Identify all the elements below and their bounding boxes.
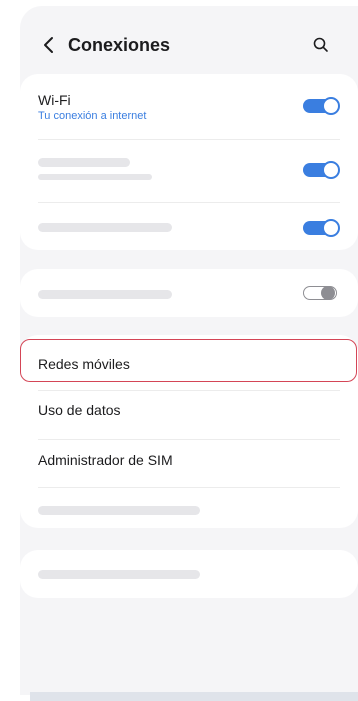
skeleton-line bbox=[38, 290, 172, 299]
placeholder-row-5[interactable] bbox=[20, 550, 358, 598]
app-bar: Conexiones bbox=[20, 6, 358, 76]
settings-screen: Conexiones Wi-Fi Tu conexión a internet bbox=[20, 6, 358, 695]
placeholder-row-3[interactable] bbox=[20, 269, 358, 317]
menu-item-sim-manager[interactable]: Administrador de SIM bbox=[20, 440, 358, 487]
toggle-knob bbox=[321, 286, 335, 300]
skeleton-line bbox=[38, 570, 200, 579]
wifi-row[interactable]: Wi-Fi Tu conexión a internet bbox=[20, 74, 358, 140]
back-chevron-icon[interactable] bbox=[40, 34, 58, 56]
toggle-knob bbox=[322, 97, 340, 115]
wifi-toggle[interactable] bbox=[303, 97, 340, 115]
skeleton-line bbox=[38, 158, 130, 167]
wifi-label: Wi-Fi bbox=[38, 92, 71, 108]
placeholder-card-2 bbox=[20, 550, 358, 598]
placeholder-row-1[interactable] bbox=[20, 140, 358, 202]
wifi-sublabel: Tu conexión a internet bbox=[38, 110, 147, 122]
highlighted-mobile-networks-outline[interactable] bbox=[20, 339, 357, 382]
skeleton-line bbox=[38, 506, 200, 515]
placeholder-toggle-1[interactable] bbox=[303, 161, 340, 179]
skeleton-line bbox=[38, 174, 152, 180]
page-title: Conexiones bbox=[68, 35, 171, 55]
skeleton-line bbox=[38, 223, 172, 232]
placeholder-row-4[interactable] bbox=[20, 488, 358, 528]
toggle-knob bbox=[322, 161, 340, 179]
placeholder-card bbox=[20, 269, 358, 317]
menu-item-label: Administrador de SIM bbox=[38, 452, 173, 468]
toggle-knob bbox=[322, 219, 340, 237]
connections-card: Wi-Fi Tu conexión a internet bbox=[20, 74, 358, 250]
menu-item-data-usage[interactable]: Uso de datos bbox=[20, 391, 358, 438]
placeholder-row-2[interactable] bbox=[20, 203, 358, 250]
menu-item-label: Uso de datos bbox=[38, 402, 121, 418]
placeholder-toggle-3[interactable] bbox=[303, 284, 339, 302]
search-icon[interactable] bbox=[311, 35, 331, 55]
placeholder-toggle-2[interactable] bbox=[303, 219, 340, 237]
navigation-bar bbox=[30, 692, 358, 701]
